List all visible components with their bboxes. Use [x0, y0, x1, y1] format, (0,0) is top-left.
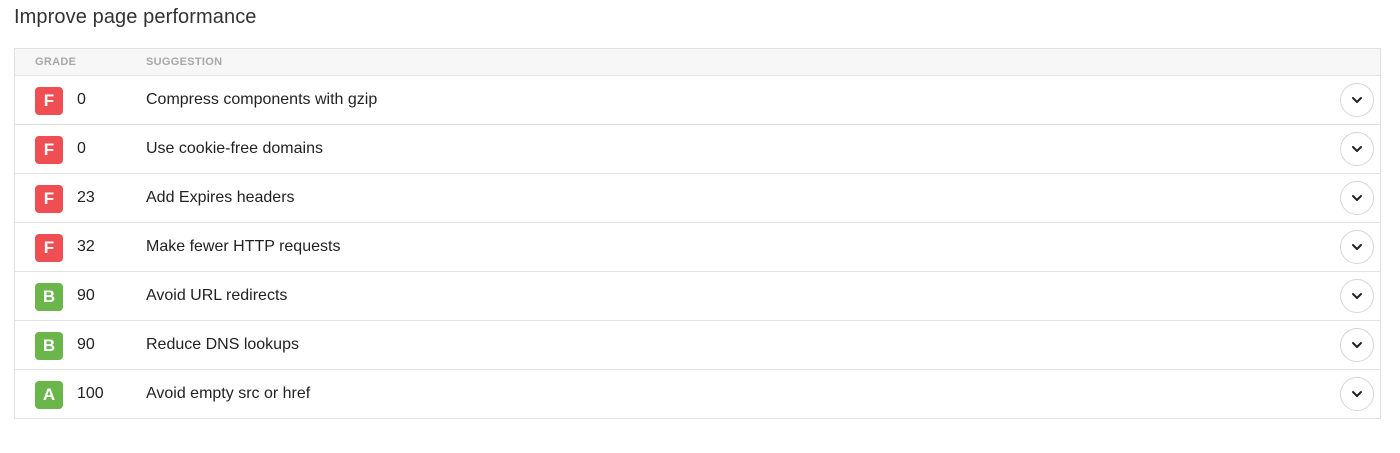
- page: Improve page performance GRADE SUGGESTIO…: [0, 0, 1400, 453]
- table-header: GRADE SUGGESTION: [15, 49, 1380, 76]
- suggestion-label: Add Expires headers: [146, 189, 295, 206]
- expand-button[interactable]: [1340, 328, 1374, 362]
- chevron-down-icon: [1352, 391, 1362, 397]
- expand-button[interactable]: [1340, 279, 1374, 313]
- suggestion-label: Compress components with gzip: [146, 91, 378, 108]
- chevron-down-icon: [1352, 244, 1362, 250]
- expand-button[interactable]: [1340, 181, 1374, 215]
- table-row[interactable]: A 100 Avoid empty src or href: [15, 370, 1380, 418]
- page-title: Improve page performance: [14, 6, 257, 28]
- table-row[interactable]: B 90 Reduce DNS lookups: [15, 321, 1380, 370]
- suggestion-label: Reduce DNS lookups: [146, 336, 299, 353]
- expand-button[interactable]: [1340, 132, 1374, 166]
- suggestions-table: GRADE SUGGESTION F 0 Compress components…: [14, 48, 1381, 419]
- grade-badge: B: [35, 332, 63, 360]
- suggestion-label: Avoid empty src or href: [146, 385, 311, 402]
- chevron-down-icon: [1352, 342, 1362, 348]
- chevron-down-icon: [1352, 293, 1362, 299]
- column-header-suggestion: SUGGESTION: [146, 56, 223, 68]
- expand-button[interactable]: [1340, 83, 1374, 117]
- score: 0: [77, 140, 86, 157]
- chevron-down-icon: [1352, 97, 1362, 103]
- table-row[interactable]: F 32 Make fewer HTTP requests: [15, 223, 1380, 272]
- score: 90: [77, 287, 95, 304]
- table-row[interactable]: F 0 Compress components with gzip: [15, 76, 1380, 125]
- grade-badge: F: [35, 234, 63, 262]
- grade-badge: B: [35, 283, 63, 311]
- table-row[interactable]: F 23 Add Expires headers: [15, 174, 1380, 223]
- column-header-grade: GRADE: [35, 56, 77, 68]
- suggestion-label: Avoid URL redirects: [146, 287, 288, 304]
- grade-badge: A: [35, 381, 63, 409]
- table-row[interactable]: F 0 Use cookie-free domains: [15, 125, 1380, 174]
- score: 100: [77, 385, 104, 402]
- grade-badge: F: [35, 136, 63, 164]
- grade-badge: F: [35, 87, 63, 115]
- chevron-down-icon: [1352, 195, 1362, 201]
- suggestion-label: Make fewer HTTP requests: [146, 238, 341, 255]
- table-row[interactable]: B 90 Avoid URL redirects: [15, 272, 1380, 321]
- score: 0: [77, 91, 86, 108]
- chevron-down-icon: [1352, 146, 1362, 152]
- expand-button[interactable]: [1340, 377, 1374, 411]
- score: 90: [77, 336, 95, 353]
- score: 32: [77, 238, 95, 255]
- suggestion-label: Use cookie-free domains: [146, 140, 323, 157]
- score: 23: [77, 189, 95, 206]
- grade-badge: F: [35, 185, 63, 213]
- expand-button[interactable]: [1340, 230, 1374, 264]
